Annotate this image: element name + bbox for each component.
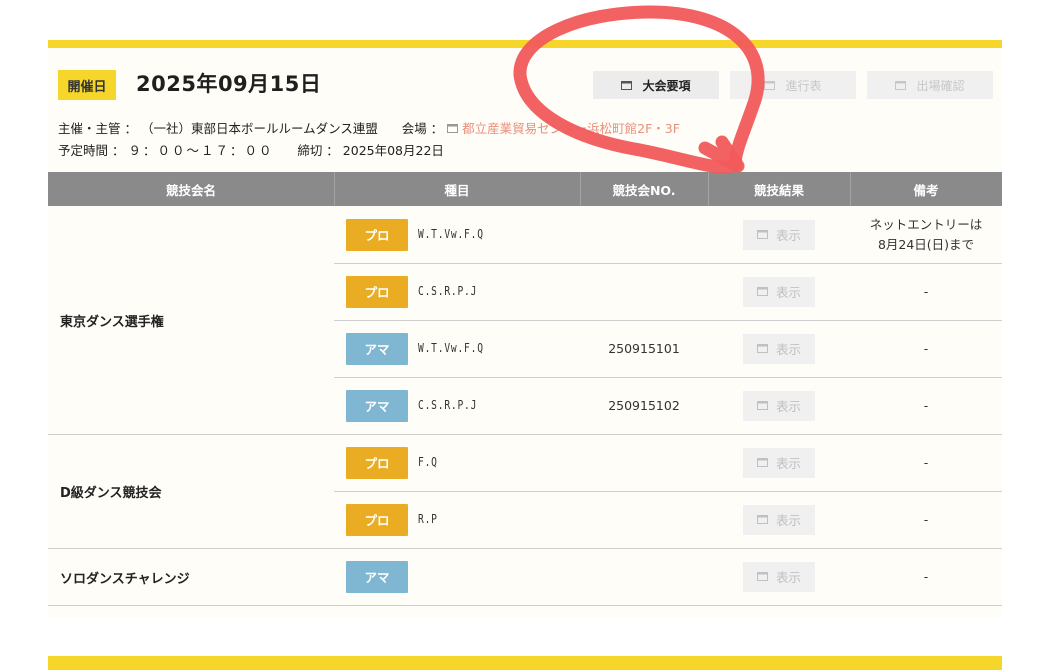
event-code: C.S.R.P.J (418, 397, 478, 412)
event-code: W.T.Vw.F.Q (418, 340, 484, 355)
show-result-button[interactable]: 表示 (743, 390, 815, 421)
deadline-label: 締切 ： (297, 143, 339, 158)
schedule-button[interactable]: 進行表 (730, 71, 856, 99)
row-note-line: - (923, 454, 929, 470)
row-note-line: ネットエントリーは (869, 216, 983, 232)
pro-badge: プロ (346, 218, 408, 251)
event-code: C.S.R.P.J (418, 283, 478, 298)
time-label: 予定時間 ： (58, 143, 125, 158)
organizer-line: 主催・主管 ： （一社）東部日本ボールルームダンス連盟 会場 ： 都立産業貿易セ… (58, 118, 680, 137)
window-icon (756, 572, 768, 581)
col-header-event: 種目 (444, 182, 470, 198)
entry-check-button-label: 出場確認 (916, 78, 965, 93)
row-note: - (850, 510, 1002, 530)
row-note-line: - (923, 340, 929, 356)
row-divider (48, 548, 1002, 549)
show-result-button[interactable]: 表示 (743, 276, 815, 307)
col-header-competition: 競技会名 (165, 182, 216, 198)
schedule-button-label: 進行表 (785, 78, 822, 93)
show-result-button[interactable]: 表示 (743, 504, 815, 535)
ama-badge: アマ (346, 389, 408, 422)
row-note-line: - (923, 568, 929, 584)
show-result-label: 表示 (775, 456, 801, 471)
window-icon (756, 458, 768, 467)
window-icon (764, 80, 776, 90)
venue-link[interactable]: 都立産業貿易センター浜松町館2F・3F (462, 121, 680, 136)
window-icon (756, 287, 768, 296)
event-code: W.T.Vw.F.Q (418, 226, 484, 241)
deadline-value: 2025年08月22日 (342, 143, 444, 158)
ama-badge: アマ (346, 560, 408, 593)
window-icon (621, 80, 633, 90)
window-icon (756, 230, 768, 239)
window-icon (756, 401, 768, 410)
organizer-value: （一社）東部日本ボールルームダンス連盟 (140, 121, 378, 136)
competition-number: 250915101 (608, 340, 680, 356)
table-header: 競技会名 種目 競技会NO. 競技結果 備考 (48, 172, 1002, 206)
row-note-line: - (923, 283, 929, 299)
show-result-button[interactable]: 表示 (743, 333, 815, 364)
show-result-button[interactable]: 表示 (743, 219, 815, 250)
event-date: 2025年09月15日 (136, 72, 322, 96)
window-icon (447, 124, 459, 133)
row-note-line: 8月24日(日)まで (877, 236, 975, 252)
row-note: - (850, 282, 1002, 302)
row-note: - (850, 339, 1002, 359)
ama-badge: アマ (346, 332, 408, 365)
show-result-label: 表示 (775, 228, 801, 243)
guidelines-button-label: 大会要項 (642, 78, 691, 93)
window-icon (895, 80, 907, 90)
col-header-comp-no: 競技会NO. (612, 182, 676, 198)
window-icon (756, 344, 768, 353)
schedule-line: 予定時間 ： ９：００〜１７：００ 締切 ： 2025年08月22日 (58, 140, 444, 159)
row-note-line: - (923, 511, 929, 527)
date-badge: 開催日 (58, 70, 116, 100)
col-header-result: 競技結果 (753, 182, 804, 198)
competition-name: 東京ダンス選手権 (60, 315, 164, 330)
row-divider (48, 434, 1002, 435)
pro-badge: プロ (346, 275, 408, 308)
row-note: - (850, 567, 1002, 587)
event-code: R.P (418, 511, 438, 526)
row-divider (334, 377, 1002, 378)
competition-name: D級ダンス競技会 (60, 486, 162, 501)
show-result-label: 表示 (775, 570, 801, 585)
pro-badge: プロ (346, 503, 408, 536)
entry-check-button[interactable]: 出場確認 (867, 71, 993, 99)
row-divider (334, 491, 1002, 492)
event-card: 開催日 2025年09月15日 大会要項 進行表 出場確認 主催・主管 ： （一… (48, 40, 1002, 618)
row-note: ネットエントリーは 8月24日(日)まで (850, 215, 1002, 255)
competition-name: ソロダンスチャレンジ (60, 571, 190, 587)
time-value: ９：００〜１７：００ (128, 143, 274, 158)
row-divider (334, 320, 1002, 321)
row-note-line: - (923, 397, 929, 413)
window-icon (756, 515, 768, 524)
row-divider (48, 605, 1002, 606)
col-header-notes: 備考 (913, 182, 939, 198)
venue-label: 会場 ： (401, 121, 444, 136)
pro-badge: プロ (346, 446, 408, 479)
guidelines-button[interactable]: 大会要項 (593, 71, 719, 99)
show-result-button[interactable]: 表示 (743, 561, 815, 592)
bottom-accent-bar (48, 656, 1002, 670)
show-result-label: 表示 (775, 399, 801, 414)
row-note: - (850, 396, 1002, 416)
event-code: F.Q (418, 454, 438, 469)
show-result-label: 表示 (775, 342, 801, 357)
row-divider (334, 263, 1002, 264)
show-result-button[interactable]: 表示 (743, 447, 815, 478)
show-result-label: 表示 (775, 513, 801, 528)
organizer-label: 主催・主管 ： (58, 121, 137, 136)
row-note: - (850, 453, 1002, 473)
competition-number: 250915102 (608, 397, 680, 413)
show-result-label: 表示 (775, 285, 801, 300)
